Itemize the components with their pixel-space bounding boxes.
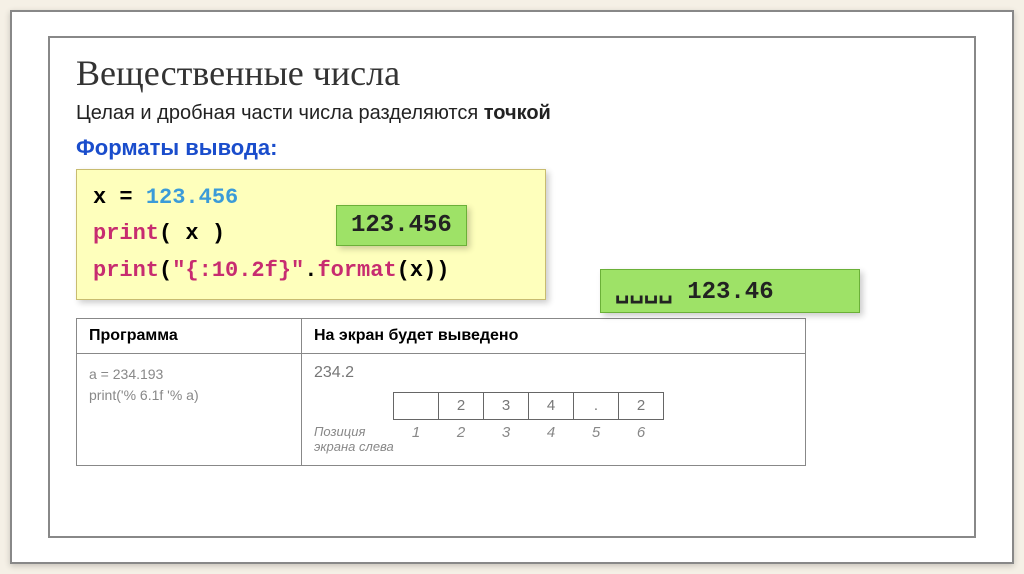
- cells-row: 2 3 4 . 2: [394, 392, 793, 420]
- cell-1: [393, 392, 439, 420]
- code-args1: ( x ): [159, 221, 225, 246]
- pos-2: 2: [438, 424, 484, 455]
- code-line-3: print("{:10.2f}".format(x)): [93, 253, 529, 289]
- td-program: a = 234.193 print('% 6.1f '% a): [77, 353, 302, 465]
- table-header-row: Программа На экран будет выведено: [77, 318, 806, 353]
- inner-frame: Вещественные числа Целая и дробная части…: [48, 36, 976, 538]
- th-program: Программа: [77, 318, 302, 353]
- code-open: (: [159, 258, 172, 283]
- code-num: 123.456: [146, 185, 238, 210]
- cell-6: 2: [618, 392, 664, 420]
- output-badge-1: 123.456: [336, 205, 467, 246]
- prog-code: a = 234.193 print('% 6.1f '% a): [89, 364, 289, 406]
- prog-line-2: print('% 6.1f '% a): [89, 385, 289, 406]
- position-label: Позиция экрана слева: [314, 424, 394, 455]
- code-fmt: format: [317, 258, 396, 283]
- code-eq: =: [106, 185, 146, 210]
- slide-title: Вещественные числа: [76, 52, 948, 94]
- pos-4: 4: [528, 424, 574, 455]
- th-output: На экран будет выведено: [302, 318, 806, 353]
- pos-1: 1: [393, 424, 439, 455]
- code-str: "{:10.2f}": [172, 258, 304, 283]
- pos-6: 6: [618, 424, 664, 455]
- code-area: x = 123.456 print( x ) print("{:10.2f}".…: [76, 169, 948, 300]
- slide-frame: Вещественные числа Целая и дробная части…: [10, 10, 1014, 564]
- position-numbers: 1 2 3 4 5 6: [394, 424, 664, 455]
- subtitle-bold: точкой: [484, 102, 551, 124]
- output-badge-2: ␣␣␣␣ 123.46: [600, 269, 860, 313]
- prog-line-1: a = 234.193: [89, 364, 289, 385]
- example-table-wrap: Программа На экран будет выведено a = 23…: [76, 318, 948, 466]
- subtitle: Целая и дробная части числа разделяются …: [76, 102, 948, 125]
- cell-5: .: [573, 392, 619, 420]
- code-close: (x)): [397, 258, 450, 283]
- output-value: 234.2: [314, 364, 793, 382]
- position-row: Позиция экрана слева 1 2 3 4 5 6: [314, 424, 793, 455]
- code-fn-print1: print: [93, 221, 159, 246]
- table-row: a = 234.193 print('% 6.1f '% a) 234.2 2 …: [77, 353, 806, 465]
- subtitle-text: Целая и дробная части числа разделяются: [76, 102, 484, 124]
- section-label: Форматы вывода:: [76, 135, 948, 161]
- code-fn-print2: print: [93, 258, 159, 283]
- pos-3: 3: [483, 424, 529, 455]
- code-var: x: [93, 185, 106, 210]
- code-block: x = 123.456 print( x ) print("{:10.2f}".…: [76, 169, 546, 300]
- cell-2: 2: [438, 392, 484, 420]
- pos-5: 5: [573, 424, 619, 455]
- example-table: Программа На экран будет выведено a = 23…: [76, 318, 806, 466]
- code-dot: .: [304, 258, 317, 283]
- cell-4: 4: [528, 392, 574, 420]
- cell-3: 3: [483, 392, 529, 420]
- td-output: 234.2 2 3 4 . 2 Позиция экрана слева: [302, 353, 806, 465]
